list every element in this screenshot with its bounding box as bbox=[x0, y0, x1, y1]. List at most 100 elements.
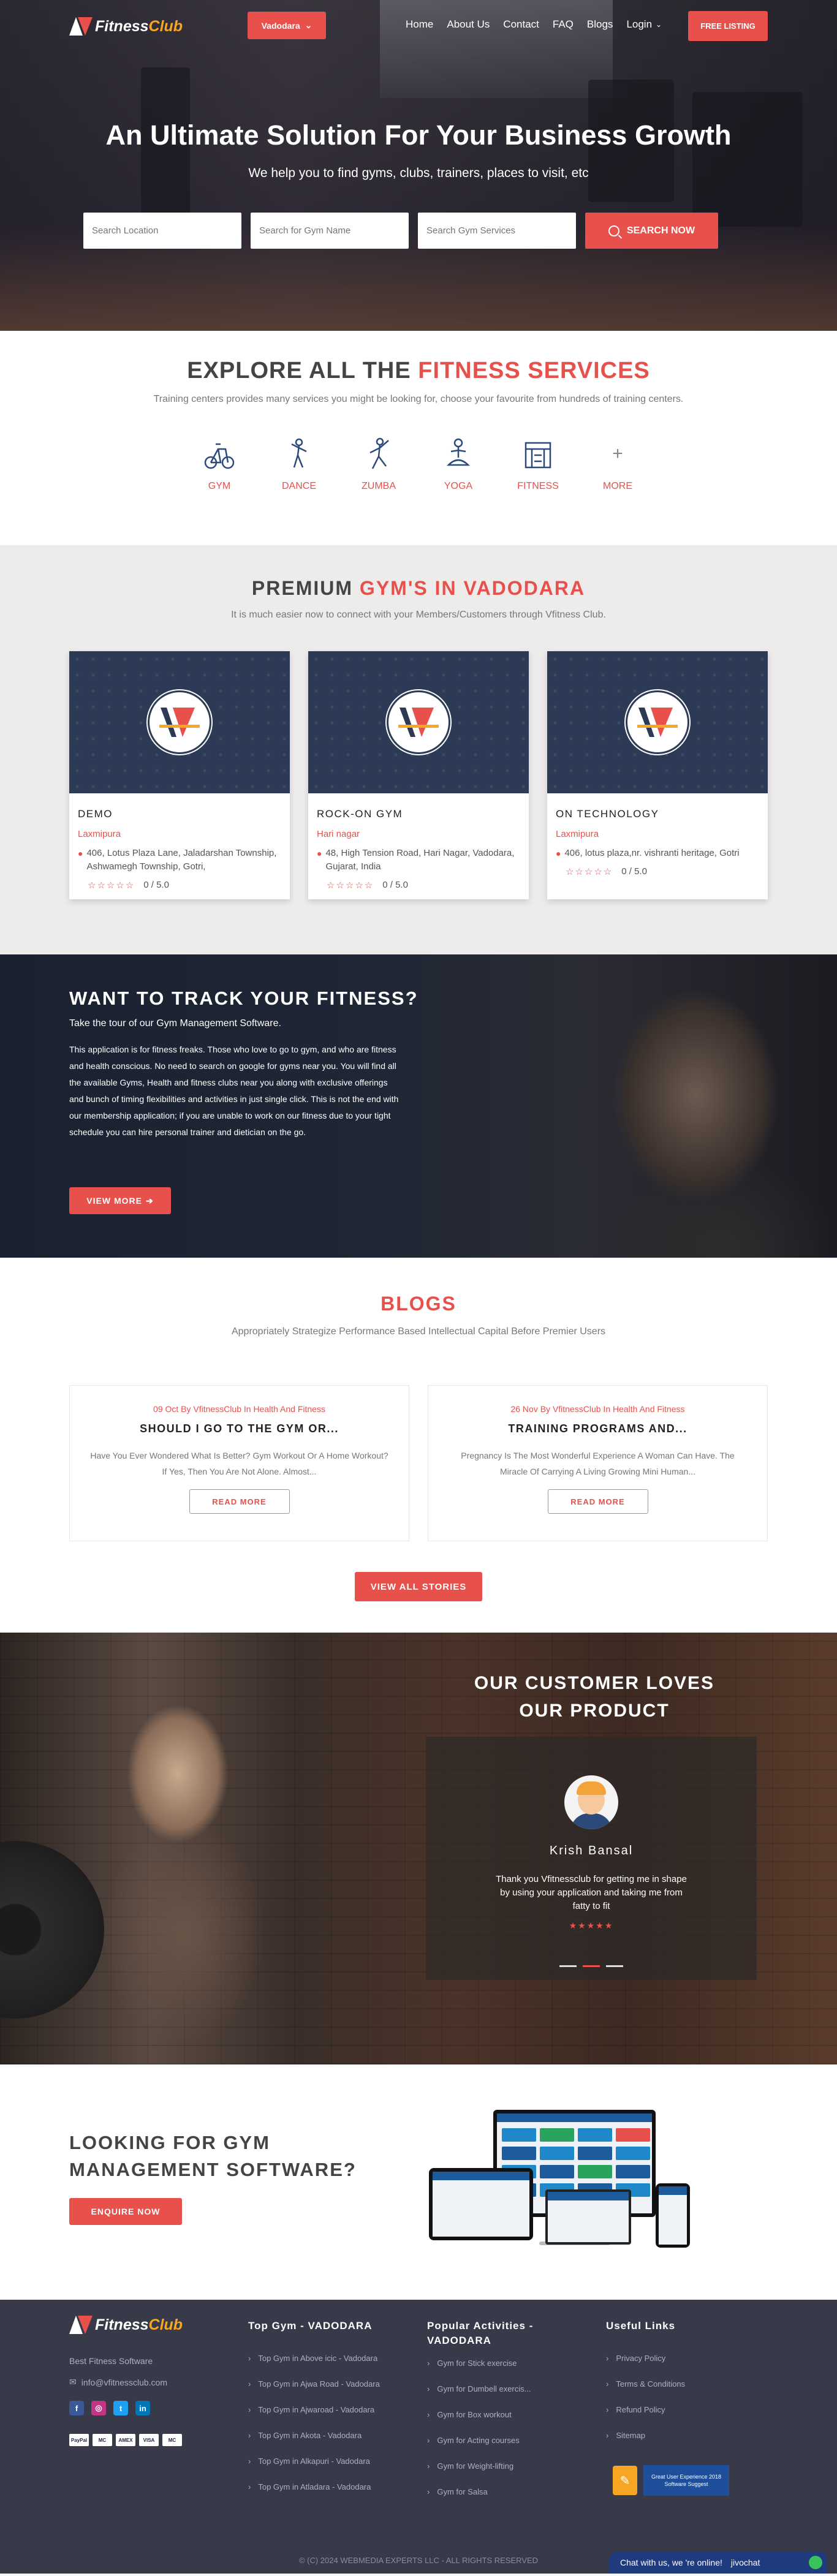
gym-name[interactable]: ROCK-ON GYM bbox=[317, 808, 520, 820]
live-chat-widget[interactable]: Chat with us, we 're online! jivochat bbox=[609, 2551, 827, 2574]
view-more-label: VIEW MORE bbox=[86, 1196, 142, 1206]
gym-logo-icon bbox=[387, 690, 450, 754]
gym-area: Hari nagar bbox=[317, 829, 360, 839]
footer-link[interactable]: Gym for Dumbell exercis... bbox=[427, 2376, 568, 2402]
search-location-input[interactable] bbox=[83, 213, 241, 249]
site-logo[interactable]: FitnessClub bbox=[69, 16, 183, 37]
search-gym-input[interactable] bbox=[251, 213, 409, 249]
footer-link[interactable]: Terms & Conditions bbox=[606, 2371, 685, 2397]
read-more-button[interactable]: READ MORE bbox=[189, 1489, 290, 1514]
location-pin-icon: ● bbox=[556, 848, 561, 858]
carousel-dot[interactable] bbox=[606, 1965, 623, 1967]
social-links: f ◎ t in bbox=[69, 2401, 183, 2415]
nav-home[interactable]: Home bbox=[399, 18, 440, 31]
track-fitness-section: WANT TO TRACK YOUR FITNESS? Take the tou… bbox=[0, 954, 837, 1258]
carousel-dot[interactable] bbox=[559, 1965, 577, 1967]
service-label: DANCE bbox=[281, 481, 316, 491]
city-label: Vadodara bbox=[261, 20, 300, 31]
footer-link[interactable]: Privacy Policy bbox=[606, 2346, 685, 2371]
star-rating-icon: ★★★★★ bbox=[569, 1921, 614, 1930]
gym-card[interactable]: DEMO Laxmipura ● 406, Lotus Plaza Lane, J… bbox=[69, 651, 290, 899]
nav-login[interactable]: Login ⌄ bbox=[619, 18, 668, 31]
carousel-dot-active[interactable] bbox=[583, 1965, 600, 1967]
footer-link[interactable]: Gym for Acting courses bbox=[427, 2428, 568, 2453]
footer-link[interactable]: Gym for Box workout bbox=[427, 2402, 568, 2428]
footer-link[interactable]: Gym for Salsa bbox=[427, 2479, 568, 2505]
premium-subtitle: It is much easier now to connect with yo… bbox=[231, 610, 606, 620]
service-zumba[interactable]: ZUMBA bbox=[339, 436, 418, 492]
twitter-icon[interactable]: t bbox=[113, 2401, 128, 2415]
blog-excerpt: Pregnancy Is The Most Wonderful Experien… bbox=[461, 1451, 735, 1476]
service-fitness[interactable]: FITNESS bbox=[498, 436, 578, 492]
footer-link[interactable]: Top Gym in Akota - Vadodara bbox=[248, 2423, 380, 2449]
footer-logo[interactable]: FitnessClub bbox=[69, 2314, 183, 2335]
amex-icon: AMEX bbox=[116, 2434, 135, 2446]
arrow-right-icon: ➔ bbox=[145, 1195, 154, 1206]
footer-link[interactable]: Sitemap bbox=[606, 2423, 685, 2449]
footer-link[interactable]: Gym for Weight-lifting bbox=[427, 2453, 568, 2479]
search-now-button[interactable]: SEARCH NOW bbox=[585, 213, 718, 249]
service-dance[interactable]: DANCE bbox=[259, 436, 339, 492]
gym-rating: ☆☆☆☆☆ 0 / 5.0 bbox=[566, 866, 647, 877]
nav-blogs[interactable]: Blogs bbox=[580, 18, 620, 31]
laptop-image bbox=[545, 2189, 631, 2245]
view-more-button[interactable]: VIEW MORE ➔ bbox=[69, 1187, 171, 1214]
footer-link[interactable]: Gym for Stick exercise bbox=[427, 2351, 568, 2376]
enquire-now-button[interactable]: ENQUIRE NOW bbox=[69, 2198, 182, 2225]
footer-activities: Popular Activities - VADODARA Gym for St… bbox=[427, 2319, 568, 2505]
gym-card[interactable]: ROCK-ON GYM Hari nagar ● 48, High Tension… bbox=[308, 651, 529, 899]
fitness-icon bbox=[520, 436, 556, 472]
footer-top-gyms: Top Gym - VADODARA Top Gym in Above icic… bbox=[248, 2319, 380, 2500]
premium-title: PREMIUM GYM'S IN VADODARA bbox=[251, 577, 586, 599]
gym-name[interactable]: DEMO bbox=[78, 808, 281, 820]
search-services-input[interactable] bbox=[418, 213, 576, 249]
blog-title[interactable]: SHOULD I GO TO THE GYM OR... bbox=[88, 1422, 390, 1435]
gym-cards: DEMO Laxmipura ● 406, Lotus Plaza Lane, J… bbox=[69, 651, 768, 899]
footer-link[interactable]: Top Gym in Alkapuri - Vadodara bbox=[248, 2449, 380, 2474]
blog-title[interactable]: TRAINING PROGRAMS AND... bbox=[447, 1422, 749, 1435]
instagram-icon[interactable]: ◎ bbox=[91, 2401, 106, 2415]
blogs-section: BLOGS Appropriately Strategize Performan… bbox=[0, 1258, 837, 1633]
footer-link[interactable]: Top Gym in Ajwaroad - Vadodara bbox=[248, 2397, 380, 2423]
services-subtitle: Training centers provides many services … bbox=[153, 394, 684, 404]
footer-link[interactable]: Refund Policy bbox=[606, 2397, 685, 2423]
zumba-icon bbox=[360, 436, 397, 472]
city-dropdown[interactable]: Vadodara ⌄ bbox=[248, 12, 326, 39]
facebook-icon[interactable]: f bbox=[69, 2401, 84, 2415]
login-label: Login bbox=[626, 18, 653, 30]
hero-subtitle: We help you to find gyms, clubs, trainer… bbox=[248, 166, 589, 180]
footer-link[interactable]: Top Gym in Above icic - Vadodara bbox=[248, 2346, 380, 2371]
view-all-stories-button[interactable]: VIEW ALL STORIES bbox=[355, 1572, 482, 1601]
blogs-subtitle: Appropriately Strategize Performance Bas… bbox=[231, 1326, 606, 1337]
service-more[interactable]: + MORE bbox=[578, 436, 657, 492]
devices-illustration bbox=[429, 2110, 692, 2263]
service-label: MORE bbox=[603, 481, 632, 491]
software-suggest-badge[interactable]: Great User Experience 2018 Software Sugg… bbox=[643, 2465, 729, 2496]
testimonial-text: Thank you Vfitnessclub for getting me in… bbox=[496, 1874, 687, 1911]
mail-icon: ✉ bbox=[69, 2377, 77, 2387]
nav-faq[interactable]: FAQ bbox=[546, 18, 580, 31]
logo-mark-icon bbox=[69, 2314, 93, 2335]
footer-email[interactable]: ✉ info@vfitnessclub.com bbox=[69, 2377, 183, 2387]
service-yoga[interactable]: YOGA bbox=[418, 436, 498, 492]
linkedin-icon[interactable]: in bbox=[135, 2401, 150, 2415]
footer-heading: Top Gym - VADODARA bbox=[248, 2320, 373, 2332]
nav-contact[interactable]: Contact bbox=[496, 18, 546, 31]
footer-link[interactable]: Top Gym in Ajwa Road - Vadodara bbox=[248, 2371, 379, 2397]
footer-brand: FitnessClub Best Fitness Software ✉ info@… bbox=[69, 2314, 183, 2446]
footer: FitnessClub Best Fitness Software ✉ info@… bbox=[0, 2300, 837, 2574]
nav-about[interactable]: About Us bbox=[440, 18, 496, 31]
read-more-button[interactable]: READ MORE bbox=[547, 1489, 648, 1514]
main-menu: Home About Us Contact FAQ Blogs Login ⌄ bbox=[399, 18, 668, 31]
service-gym[interactable]: GYM bbox=[180, 436, 259, 492]
free-listing-button[interactable]: FREE LISTING bbox=[688, 11, 768, 41]
gym-name[interactable]: ON TECHNOLOGY bbox=[556, 808, 759, 820]
treadmill-bg bbox=[692, 92, 803, 227]
footer-link[interactable]: Top Gym in Atladara - Vadodara bbox=[248, 2474, 380, 2500]
gym-card[interactable]: ON TECHNOLOGY Laxmipura ● 406, lotus plaz… bbox=[547, 651, 768, 899]
service-label: FITNESS bbox=[517, 481, 559, 491]
testimonial-section: OUR CUSTOMER LOVES OUR PRODUCT Krish Ban… bbox=[0, 1633, 837, 2064]
gym-address: ● 406, Lotus Plaza Lane, Jaladarshan Town… bbox=[78, 847, 281, 874]
avatar bbox=[564, 1775, 618, 1829]
pencil-icon[interactable]: ✎ bbox=[613, 2466, 637, 2495]
